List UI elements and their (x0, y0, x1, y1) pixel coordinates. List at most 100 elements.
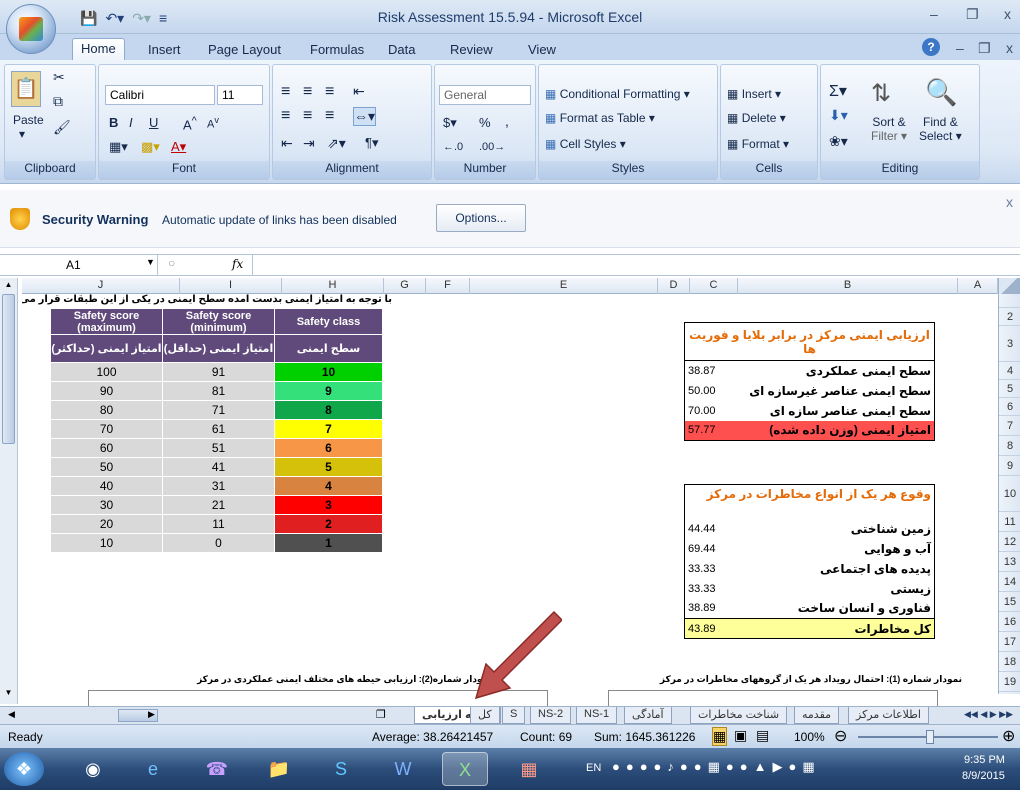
hazard-label[interactable]: پدیده های اجتماعی (733, 559, 935, 579)
ribbon-restore-button[interactable]: ❐ (978, 40, 991, 57)
col-G[interactable]: G (384, 278, 426, 294)
align-right-icon[interactable]: ≡ (325, 107, 334, 125)
align-bottom-icon[interactable]: ≡ (325, 83, 334, 101)
tab-insert[interactable]: Insert (140, 40, 189, 60)
decrease-indent-icon[interactable]: ⇤ (281, 135, 293, 152)
score-min-cell[interactable]: 91 (162, 362, 275, 382)
row-13[interactable]: 13 (999, 552, 1020, 572)
scroll-up-icon[interactable]: ▲ (2, 280, 15, 292)
safety-class-cell[interactable]: 1 (274, 533, 383, 553)
italic-icon[interactable]: I (129, 115, 133, 130)
clear-icon[interactable]: ❀▾ (829, 133, 848, 150)
format-as-table-button[interactable]: ▦ Format as Table ▾ (545, 111, 655, 125)
powerpoint-icon[interactable]: ▦ (506, 752, 552, 786)
name-box[interactable]: A1 ▼ (0, 255, 158, 275)
tab-review[interactable]: Review (442, 40, 501, 60)
col-F[interactable]: F (426, 278, 470, 294)
score-min-cell[interactable]: 0 (162, 533, 275, 553)
row-11[interactable]: 11 (999, 512, 1020, 532)
merge-center-icon[interactable]: ⇔▾ (353, 107, 377, 126)
sheet-nav-icons[interactable]: ◀◀ ◀ ▶ ▶▶ (964, 709, 1013, 720)
sort-filter-icon[interactable]: ⇅ (871, 79, 891, 108)
sheet-tab-ns1[interactable]: NS-1 (576, 707, 618, 724)
cut-icon[interactable]: ✂ (53, 69, 65, 86)
tab-view[interactable]: View (520, 40, 564, 60)
align-top-icon[interactable]: ≡ (281, 83, 290, 101)
score-min-cell[interactable]: 61 (162, 419, 275, 439)
decrease-decimal-icon[interactable]: .00→ (479, 141, 505, 153)
insert-function-icon[interactable]: fx (232, 257, 243, 271)
font-size-combo[interactable]: 11 (217, 85, 263, 105)
formula-input[interactable] (252, 255, 1012, 275)
bold-icon[interactable]: B (109, 115, 118, 130)
conditional-formatting-button[interactable]: ▦ Conditional Formatting ▾ (545, 87, 690, 101)
score-max-cell[interactable]: 10 (50, 533, 163, 553)
col-E[interactable]: E (470, 278, 658, 294)
ie-icon[interactable]: e (130, 752, 176, 786)
safety-class-cell[interactable]: 10 (274, 362, 383, 382)
score-max-cell[interactable]: 90 (50, 381, 163, 401)
format-painter-icon[interactable]: 🖌 (53, 119, 71, 136)
viber-icon[interactable]: ☎ (194, 752, 240, 786)
hscroll-left-icon[interactable]: ◀ (8, 709, 15, 720)
word-icon[interactable]: W (380, 752, 426, 786)
align-center-icon[interactable]: ≡ (303, 107, 312, 125)
hazard-label[interactable]: زمین شناختی (733, 519, 935, 539)
fill-icon[interactable]: ⬇▾ (829, 107, 848, 124)
assessment-label[interactable]: امتیاز ایمنی (وزن داده شده) (733, 421, 935, 441)
sort-filter-button[interactable]: Sort & Filter ▾ (871, 115, 907, 143)
col-I[interactable]: I (180, 278, 282, 294)
score-min-cell[interactable]: 11 (162, 514, 275, 534)
zoom-out-icon[interactable]: ⊖ (834, 726, 847, 746)
paste-icon[interactable]: 📋 (11, 71, 41, 107)
assessment-value[interactable]: 50.00 (685, 381, 733, 401)
borders-icon[interactable]: ▦▾ (109, 139, 128, 155)
row-8[interactable]: 8 (999, 436, 1020, 456)
score-min-cell[interactable]: 71 (162, 400, 275, 420)
cell-styles-button[interactable]: ▦ Cell Styles ▾ (545, 137, 626, 151)
row-10[interactable]: 10 (999, 476, 1020, 512)
col-H[interactable]: H (282, 278, 384, 294)
sheet-tab-readiness[interactable]: آمادگی (624, 707, 672, 724)
hazard-value[interactable]: 33.33 (685, 559, 733, 579)
paste-dropdown-icon[interactable]: ▾ (19, 127, 25, 141)
tab-home[interactable]: Home (72, 38, 125, 62)
safety-class-cell[interactable]: 7 (274, 419, 383, 439)
row-14[interactable]: 14 (999, 572, 1020, 592)
page-layout-view-icon[interactable]: ▣ (734, 727, 747, 744)
row-17[interactable]: 17 (999, 632, 1020, 652)
find-binoculars-icon[interactable]: 🔍 (925, 77, 957, 108)
hazard-label[interactable]: کل مخاطرات (733, 619, 935, 639)
hscroll-right-icon[interactable]: ▶ (148, 709, 155, 720)
row-15[interactable]: 15 (999, 592, 1020, 612)
safety-class-cell[interactable]: 8 (274, 400, 383, 420)
hazard-value[interactable]: 43.89 (685, 619, 733, 639)
align-left-icon[interactable]: ≡ (281, 107, 290, 125)
name-box-dropdown-icon[interactable]: ▼ (146, 257, 155, 267)
safety-class-cell[interactable]: 4 (274, 476, 383, 496)
row-18[interactable]: 18 (999, 652, 1020, 672)
sheet-tab-hazards[interactable]: شناخت مخاطرات (690, 707, 788, 724)
score-min-cell[interactable]: 81 (162, 381, 275, 401)
security-close-icon[interactable]: x (1006, 194, 1013, 210)
comma-icon[interactable]: , (505, 113, 509, 129)
increase-indent-icon[interactable]: ⇥ (303, 135, 315, 152)
row-2[interactable]: 2 (999, 308, 1020, 326)
tab-data[interactable]: Data (380, 40, 423, 60)
score-max-cell[interactable]: 30 (50, 495, 163, 515)
sheet-tab-center-info[interactable]: اطلاعات مرکز (848, 707, 929, 724)
score-max-cell[interactable]: 40 (50, 476, 163, 496)
increase-decimal-icon[interactable]: ←.0 (443, 141, 463, 153)
hazard-label[interactable]: زیستی (733, 579, 935, 599)
safety-class-cell[interactable]: 2 (274, 514, 383, 534)
hazard-value[interactable]: 38.89 (685, 599, 733, 619)
office-button[interactable] (6, 4, 56, 54)
safety-class-cell[interactable]: 6 (274, 438, 383, 458)
options-button[interactable]: Options... (436, 204, 526, 232)
score-min-cell[interactable]: 41 (162, 457, 275, 477)
percent-icon[interactable]: % (479, 115, 491, 130)
score-max-cell[interactable]: 20 (50, 514, 163, 534)
hazard-value[interactable]: 44.44 (685, 519, 733, 539)
scroll-thumb[interactable] (2, 294, 15, 444)
col-J[interactable]: J (22, 278, 180, 294)
